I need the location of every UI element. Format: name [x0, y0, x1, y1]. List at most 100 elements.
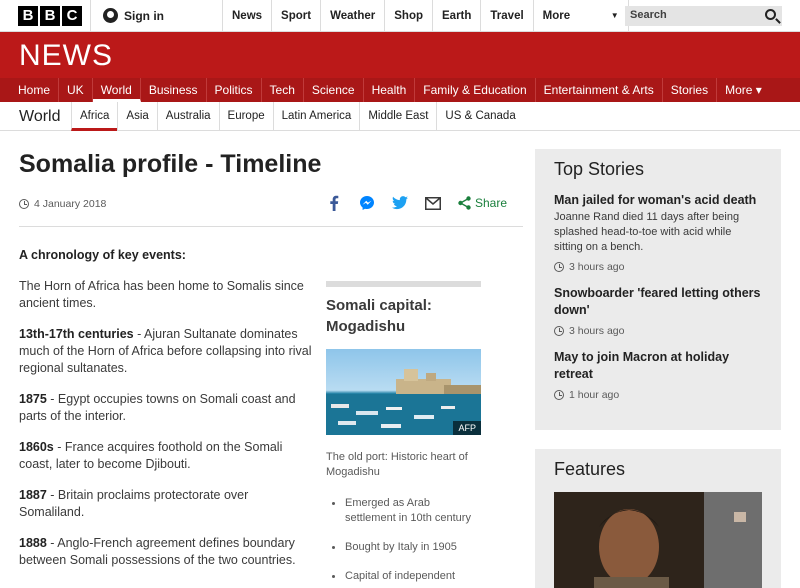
section-nav-item[interactable]: Home: [10, 78, 60, 102]
twitter-icon[interactable]: [392, 195, 408, 211]
factbox-rule: [326, 281, 481, 287]
story-headline[interactable]: May to join Macron at holiday retreat: [554, 349, 762, 383]
timeline-paragraph: 1888 - Anglo-French agreement defines bo…: [19, 535, 315, 569]
article-intro: A chronology of key events:: [19, 248, 186, 262]
sign-in-label: Sign in: [124, 8, 164, 23]
story-time: 1 hour ago: [554, 389, 762, 401]
top-nav-earth[interactable]: Earth: [432, 0, 480, 32]
sign-in-link[interactable]: Sign in: [103, 8, 164, 23]
share-icon: [458, 196, 471, 210]
paragraph-lead: 1887: [19, 488, 47, 502]
top-stories-heading: Top Stories: [554, 159, 645, 179]
top-nav-travel[interactable]: Travel: [480, 0, 532, 32]
sub-nav-title[interactable]: World: [19, 108, 61, 126]
messenger-icon[interactable]: [359, 195, 375, 211]
article-body: The Horn of Africa has been home to Soma…: [19, 278, 315, 583]
user-icon: [103, 8, 118, 23]
top-nav-shop[interactable]: Shop: [384, 0, 432, 32]
sub-nav-item[interactable]: US & Canada: [436, 102, 523, 131]
sub-nav-item[interactable]: Australia: [156, 102, 219, 131]
sub-nav-item[interactable]: Europe: [218, 102, 273, 131]
date-text: 4 January 2018: [34, 198, 107, 210]
section-nav: Home UK World Business Politics Tech Sci…: [0, 78, 800, 102]
story-item[interactable]: May to join Macron at holiday retreat 1 …: [554, 349, 762, 401]
top-nav-weather[interactable]: Weather: [320, 0, 384, 32]
story-time: 3 hours ago: [554, 261, 762, 273]
news-banner: NEWS: [0, 32, 800, 78]
paragraph-text: - Anglo-French agreement defines boundar…: [19, 536, 296, 567]
top-stories-panel: Top Stories Man jailed for woman's acid …: [535, 149, 781, 430]
section-nav-item[interactable]: Science: [304, 78, 364, 102]
share-label: Share: [475, 196, 508, 210]
fact-item: Capital of independent: [326, 569, 481, 584]
factbox: Somali capital: Mogadishu AFP The old po…: [326, 281, 481, 588]
paragraph-lead: 13th-17th centuries: [19, 327, 134, 341]
news-logo[interactable]: NEWS: [19, 39, 113, 73]
story-item[interactable]: Man jailed for woman's acid death Joanne…: [554, 192, 762, 273]
features-panel: Features: [535, 449, 781, 588]
section-nav-item[interactable]: Health: [364, 78, 416, 102]
search-icon[interactable]: [765, 9, 776, 20]
fact-item: Emerged as Arab settlement in 10th centu…: [326, 496, 481, 526]
clock-icon: [554, 262, 564, 272]
top-nav-more[interactable]: More ▼: [532, 0, 629, 32]
mogadishu-photo: AFP: [326, 349, 481, 435]
paragraph-text: - Britain proclaims protectorate over So…: [19, 488, 249, 519]
factbox-title: Somali capital: Mogadishu: [326, 297, 432, 335]
divider: [19, 226, 523, 227]
search-placeholder: Search: [630, 9, 667, 21]
email-icon[interactable]: [425, 195, 441, 211]
photo-credit: AFP: [453, 421, 481, 435]
top-nav-news[interactable]: News: [222, 0, 271, 32]
top-nav: News Sport Weather Shop Earth Travel Mor…: [222, 0, 629, 32]
logo-letter: B: [40, 6, 60, 26]
sub-nav-item[interactable]: Asia: [117, 102, 156, 131]
section-nav-item[interactable]: Politics: [207, 78, 262, 102]
paragraph-lead: 1888: [19, 536, 47, 550]
article-date: 4 January 2018: [19, 198, 106, 210]
share-button[interactable]: Share: [458, 196, 507, 210]
story-time-text: 3 hours ago: [569, 261, 625, 273]
section-nav-item[interactable]: Stories: [663, 78, 718, 102]
section-nav-item[interactable]: Business: [141, 78, 207, 102]
story-item[interactable]: Snowboarder 'feared letting others down'…: [554, 285, 762, 337]
section-nav-item-active[interactable]: World: [92, 78, 141, 102]
timeline-paragraph: 1875 - Egypt occupies towns on Somali co…: [19, 391, 315, 425]
features-heading: Features: [554, 459, 626, 479]
paragraph-text: - Egypt occupies towns on Somali coast a…: [19, 392, 296, 423]
facebook-icon[interactable]: [326, 195, 342, 211]
fact-list: Emerged as Arab settlement in 10th centu…: [326, 496, 481, 584]
more-label: More: [542, 10, 571, 22]
search-input[interactable]: Search: [625, 6, 782, 26]
top-nav-sport[interactable]: Sport: [271, 0, 320, 32]
timeline-paragraph: 13th-17th centuries - Ajuran Sultanate d…: [19, 326, 315, 377]
section-nav-item[interactable]: Tech: [262, 78, 304, 102]
paragraph-text: The Horn of Africa has been home to Soma…: [19, 279, 304, 310]
timeline-paragraph: The Horn of Africa has been home to Soma…: [19, 278, 315, 312]
feature-photo[interactable]: [554, 492, 762, 588]
sub-nav-item-active[interactable]: Africa: [71, 102, 118, 131]
photo-caption: The old port: Historic heart of Mogadish…: [326, 451, 468, 478]
story-headline[interactable]: Snowboarder 'feared letting others down': [554, 285, 762, 319]
logo-letter: B: [18, 6, 38, 26]
share-tools: Share: [326, 195, 507, 211]
top-bar: B B C Sign in News Sport Weather Shop Ea…: [0, 0, 800, 32]
section-nav-item[interactable]: Entertainment & Arts: [536, 78, 663, 102]
story-headline[interactable]: Man jailed for woman's acid death: [554, 192, 762, 209]
story-time-text: 1 hour ago: [569, 389, 620, 401]
section-nav-item[interactable]: Family & Education: [415, 78, 536, 102]
section-nav-item[interactable]: UK: [59, 78, 93, 102]
clock-icon: [554, 326, 564, 336]
paragraph-text: - France acquires foothold on the Somali…: [19, 440, 283, 471]
story-time: 3 hours ago: [554, 325, 762, 337]
clock-icon: [19, 199, 29, 209]
sub-nav-item[interactable]: Latin America: [272, 102, 360, 131]
divider: [90, 0, 91, 32]
fact-item: Bought by Italy in 1905: [326, 540, 481, 555]
story-time-text: 3 hours ago: [569, 325, 625, 337]
paragraph-lead: 1875: [19, 392, 47, 406]
section-nav-more[interactable]: More ▾: [717, 78, 770, 102]
bbc-logo[interactable]: B B C: [18, 6, 82, 26]
logo-letter: C: [62, 6, 82, 26]
sub-nav-item[interactable]: Middle East: [359, 102, 436, 131]
